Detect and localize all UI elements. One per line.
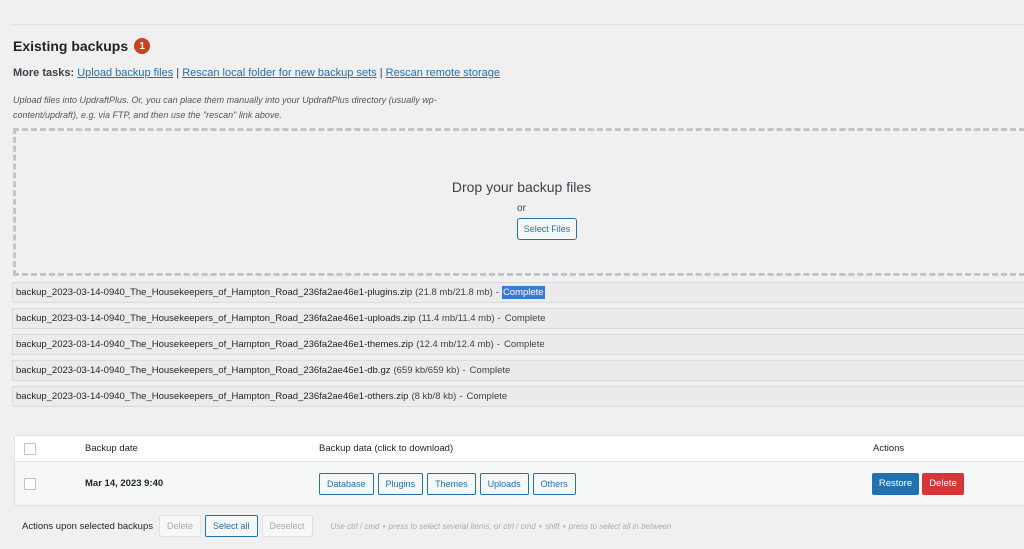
download-plugins-button[interactable]: Plugins [377,472,424,495]
upload-status: Complete [469,365,511,376]
file-size: (11.4 mb/11.4 mb) [418,313,495,324]
header-actions: Actions [873,443,905,454]
download-others-button[interactable]: Others [532,472,576,495]
file-name: backup_2023-03-14-0940_The_Housekeepers_… [16,391,409,402]
file-size: (12.4 mb/12.4 mb) [416,339,494,350]
file-size: (659 kb/659 kb) [393,365,460,376]
backup-dropzone[interactable]: Drop your backup files or Select Files [13,128,1024,276]
upload-status: Complete [466,391,508,402]
uploaded-file-row: backup_2023-03-14-0940_The_Housekeepers_… [12,334,1024,355]
dropzone-or: or [517,203,526,214]
uploaded-file-row: backup_2023-03-14-0940_The_Housekeepers_… [12,282,1024,303]
section-heading: Existing backups 1 [13,38,151,54]
select-all-button[interactable]: Select all [205,515,258,537]
select-all-checkbox[interactable] [24,442,36,455]
file-name: backup_2023-03-14-0940_The_Housekeepers_… [16,365,391,376]
deselect-button[interactable]: Deselect [261,515,313,537]
download-uploads-button[interactable]: Uploads [479,472,529,495]
file-name: backup_2023-03-14-0940_The_Housekeepers_… [16,287,413,298]
rescan-remote-storage-link[interactable]: Rescan remote storage [386,67,500,79]
more-tasks: More tasks: Upload backup files | Rescan… [13,67,500,79]
separator: | [176,67,180,79]
row-checkbox[interactable] [24,477,36,490]
existing-backups-page: Existing backups 1 More tasks: Upload ba… [0,0,1024,549]
download-buttons: Database Plugins Themes Uploads Others [319,472,576,495]
file-name: backup_2023-03-14-0940_The_Housekeepers_… [16,339,414,350]
uploaded-file-row: backup_2023-03-14-0940_The_Housekeepers_… [12,360,1024,381]
header-backup-data: Backup data (click to download) [319,443,454,454]
restore-button[interactable]: Restore [872,472,919,495]
file-size: (21.8 mb/21.8 mb) [415,287,493,298]
dash: - [459,391,463,402]
delete-button[interactable]: Delete [922,472,964,495]
selection-hint: Use ctrl / cmd + press to select several… [330,521,672,531]
upload-backup-files-link[interactable]: Upload backup files [77,67,173,79]
uploaded-file-row: backup_2023-03-14-0940_The_Housekeepers_… [12,308,1024,329]
section-title: Existing backups [13,38,129,54]
table-row[interactable]: Mar 14, 2023 9:40 Database Plugins Theme… [15,462,1024,505]
rescan-local-folder-link[interactable]: Rescan local folder for new backup sets [182,67,376,79]
file-name: backup_2023-03-14-0940_The_Housekeepers_… [16,313,416,324]
more-tasks-label: More tasks: [13,67,75,79]
bulk-delete-button[interactable]: Delete [158,515,201,537]
uploaded-file-list: backup_2023-03-14-0940_The_Housekeepers_… [12,282,1024,412]
backups-table: Backup date Backup data (click to downlo… [14,435,1024,506]
backup-count-badge: 1 [134,38,151,54]
uploaded-file-row: backup_2023-03-14-0940_The_Housekeepers_… [12,386,1024,407]
bulk-actions: Actions upon selected backups Delete Sel… [22,515,671,537]
dropzone-title: Drop your backup files [451,179,592,195]
upload-status: Complete [501,286,545,299]
row-actions: Restore Delete [872,472,964,495]
separator: | [379,67,383,79]
dash: - [496,339,500,350]
table-header-row: Backup date Backup data (click to downlo… [15,436,1024,462]
select-files-button[interactable]: Select Files [517,218,577,240]
download-themes-button[interactable]: Themes [427,472,476,495]
bulk-actions-label: Actions upon selected backups [22,520,153,532]
header-backup-date: Backup date [85,443,138,454]
dash: - [462,365,466,376]
download-database-button[interactable]: Database [319,472,374,495]
dash: - [495,287,499,298]
file-size: (8 kb/8 kb) [411,391,457,402]
dash: - [497,313,501,324]
upload-status: Complete [503,339,545,350]
top-divider [13,24,1024,25]
upload-status: Complete [504,313,546,324]
backup-date: Mar 14, 2023 9:40 [85,478,164,489]
upload-hint: Upload files into UpdraftPlus. Or, you c… [13,95,437,120]
